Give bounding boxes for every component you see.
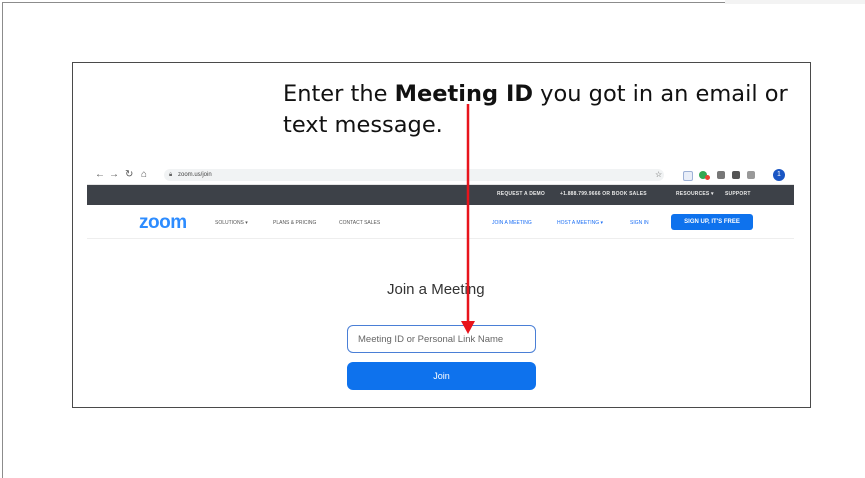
annotation-arrow <box>461 104 475 334</box>
arrow-head <box>461 321 475 334</box>
